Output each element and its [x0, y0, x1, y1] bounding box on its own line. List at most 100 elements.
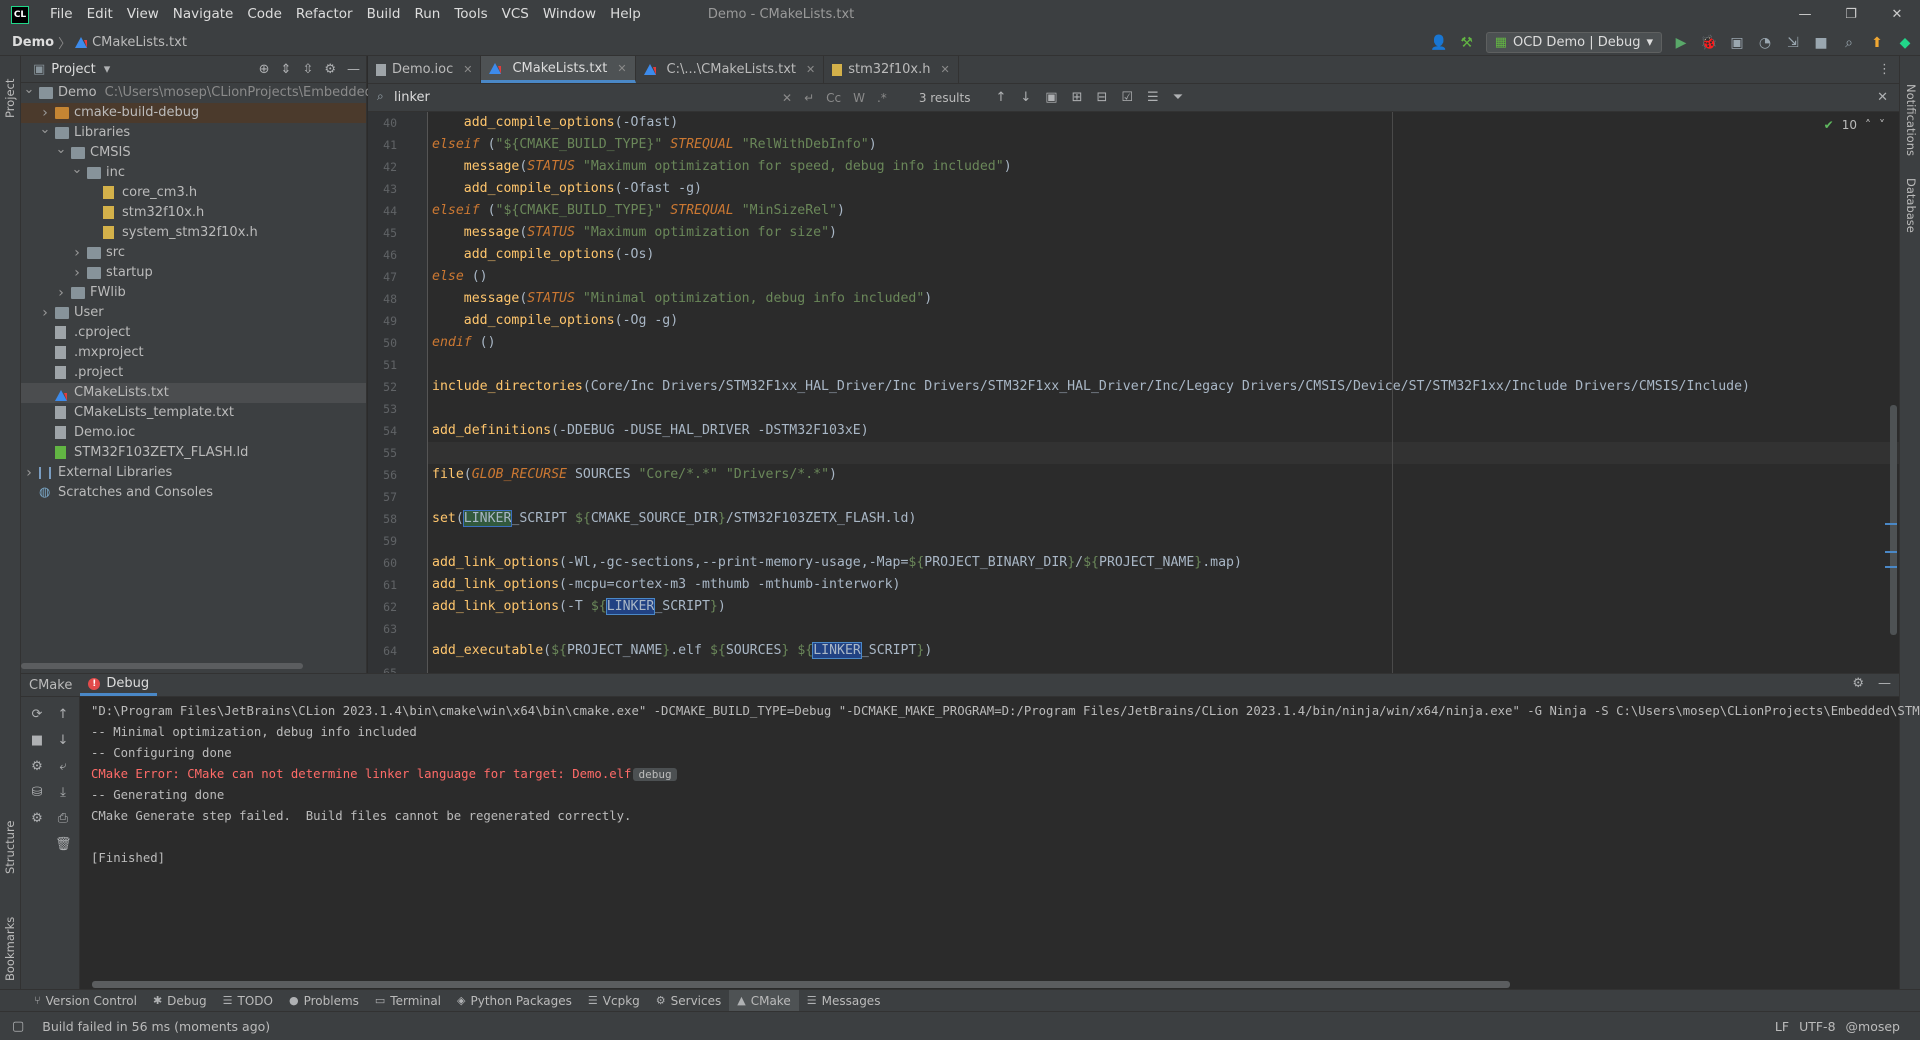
- next-occurrence-icon[interactable]: ↓: [1020, 90, 1031, 105]
- tree-item[interactable]: core_cm3.h: [21, 183, 366, 203]
- menu-window[interactable]: Window: [536, 0, 603, 29]
- cmake-settings-icon[interactable]: ⚙: [29, 759, 45, 775]
- coverage-icon[interactable]: ▣: [1728, 34, 1746, 52]
- hide-panel-icon[interactable]: —: [1878, 676, 1891, 691]
- build-hammer-icon[interactable]: ⚒: [1458, 34, 1476, 52]
- close-tab-icon[interactable]: ✕: [463, 63, 472, 76]
- build-output-console[interactable]: "D:\Program Files\JetBrains\CLion 2023.1…: [80, 697, 1920, 989]
- notifications-tool-button[interactable]: Notifications: [1904, 84, 1918, 156]
- menu-tools[interactable]: Tools: [447, 0, 494, 29]
- code-line[interactable]: add_link_options(-T ${LINKER_SCRIPT}): [428, 596, 1899, 618]
- bookmarks-tool-button[interactable]: Bookmarks: [3, 917, 17, 981]
- code-line[interactable]: elseif ("${CMAKE_BUILD_TYPE}" STREQUAL "…: [428, 134, 1899, 156]
- inspection-widget[interactable]: ✔ 10 ˄ ˅: [1824, 118, 1885, 132]
- code-line[interactable]: [428, 486, 1899, 508]
- scroll-down-icon[interactable]: ↓: [55, 733, 71, 749]
- menu-build[interactable]: Build: [360, 0, 408, 29]
- menu-help[interactable]: Help: [603, 0, 648, 29]
- status-message[interactable]: Build failed in 56 ms (moments ago): [42, 1019, 270, 1034]
- menu-code[interactable]: Code: [240, 0, 289, 29]
- tree-item[interactable]: ⌄ Libraries: [21, 120, 366, 143]
- chevron-down-icon[interactable]: ⌄: [55, 140, 67, 160]
- code-line[interactable]: message(STATUS "Minimal optimization, de…: [428, 288, 1899, 310]
- menu-refactor[interactable]: Refactor: [289, 0, 360, 29]
- tool-button-terminal[interactable]: ▭ Terminal: [367, 990, 449, 1011]
- code-line[interactable]: [428, 530, 1899, 552]
- chevron-right-icon[interactable]: ›: [23, 463, 35, 483]
- tool-button-problems[interactable]: ● Problems: [281, 990, 367, 1011]
- chevron-right-icon[interactable]: ›: [71, 243, 83, 263]
- cache-icon[interactable]: ⛁: [29, 785, 45, 801]
- select-all-occurrences-icon[interactable]: ▣: [1045, 90, 1057, 105]
- select-all-matches-icon[interactable]: ☑: [1121, 90, 1133, 105]
- tool-tab-cmake[interactable]: CMake: [21, 674, 80, 696]
- collapse-all-icon[interactable]: ⇳: [302, 62, 313, 77]
- status-panel-icon[interactable]: ▢: [12, 1019, 24, 1034]
- chevron-right-icon[interactable]: ›: [55, 283, 67, 303]
- menu-run[interactable]: Run: [407, 0, 447, 29]
- remove-occurrence-icon[interactable]: ⊟: [1096, 90, 1107, 105]
- project-view-title[interactable]: Project: [51, 62, 95, 77]
- scroll-up-icon[interactable]: ↑: [55, 707, 71, 723]
- structure-tool-button[interactable]: Structure: [3, 821, 17, 875]
- more-tabs-icon[interactable]: ⋮: [1878, 62, 1891, 77]
- tree-item[interactable]: › External Libraries: [21, 463, 366, 483]
- tool-button-version-control[interactable]: ⑂ Version Control: [26, 990, 145, 1011]
- tool-button-python-packages[interactable]: ◈ Python Packages: [449, 990, 580, 1011]
- find-input[interactable]: [376, 86, 776, 109]
- tree-item[interactable]: ⌄ inc: [21, 160, 366, 183]
- code-line[interactable]: [428, 442, 1899, 464]
- print-icon[interactable]: ⎙: [55, 811, 71, 827]
- tree-item[interactable]: › cmake-build-debug: [21, 103, 366, 123]
- breadcrumb-file[interactable]: CMakeLists.txt: [92, 35, 187, 50]
- console-scrollbar[interactable]: [92, 981, 1510, 988]
- breadcrumb-project[interactable]: Demo: [12, 35, 54, 50]
- code-line[interactable]: add_compile_options(-Ofast): [428, 112, 1899, 134]
- code-line[interactable]: [428, 618, 1899, 640]
- debug-icon[interactable]: 🐞: [1700, 34, 1718, 52]
- editor-tab[interactable]: stm32f10x.h ✕: [824, 56, 959, 83]
- attach-debugger-icon[interactable]: ⇲: [1784, 34, 1802, 52]
- account-icon[interactable]: 👤: [1430, 34, 1448, 52]
- stop-icon[interactable]: ■: [1812, 34, 1830, 52]
- updates-icon[interactable]: ⬆: [1868, 34, 1886, 52]
- menu-vcs[interactable]: VCS: [495, 0, 536, 29]
- chevron-down-icon[interactable]: ⌄: [39, 120, 51, 140]
- open-in-window-icon[interactable]: ☰: [1147, 90, 1159, 105]
- editor-tab[interactable]: CMakeLists.txt ✕: [481, 56, 636, 83]
- editor-tab[interactable]: C:\...\CMakeLists.txt ✕: [636, 56, 825, 83]
- locate-file-icon[interactable]: ⊕: [259, 62, 270, 77]
- code-editor[interactable]: add_compile_options(-Ofast) elseif ("${CM…: [428, 112, 1899, 673]
- chevron-down-icon[interactable]: ˅: [1879, 118, 1885, 132]
- trash-icon[interactable]: 🗑: [55, 837, 72, 853]
- search-marker[interactable]: [1885, 523, 1897, 525]
- close-tab-icon[interactable]: ✕: [617, 62, 626, 75]
- minimize-button[interactable]: —: [1782, 0, 1828, 29]
- search-marker[interactable]: [1885, 566, 1897, 568]
- tree-item[interactable]: stm32f10x.h: [21, 203, 366, 223]
- code-line[interactable]: endif (): [428, 332, 1899, 354]
- tree-item[interactable]: CMakeLists.txt: [21, 383, 366, 403]
- search-icon[interactable]: ⌕: [377, 89, 384, 104]
- code-line[interactable]: add_link_options(-Wl,-gc-sections,--prin…: [428, 552, 1899, 574]
- code-line[interactable]: message(STATUS "Maximum optimization for…: [428, 222, 1899, 244]
- add-occurrence-icon[interactable]: ⊞: [1072, 90, 1083, 105]
- tool-button-todo[interactable]: ☰ TODO: [215, 990, 281, 1011]
- clear-search-icon[interactable]: ✕: [782, 91, 792, 105]
- tree-item[interactable]: › User: [21, 303, 366, 323]
- tool-tab-debug[interactable]: ! Debug: [80, 674, 158, 696]
- code-line[interactable]: file(GLOB_RECURSE SOURCES "Core/*.*" "Dr…: [428, 464, 1899, 486]
- code-line[interactable]: [428, 662, 1899, 673]
- tool-button-debug[interactable]: ✱ Debug: [145, 990, 215, 1011]
- match-case-toggle[interactable]: Cc: [826, 91, 841, 105]
- chevron-down-icon[interactable]: ⌄: [71, 160, 83, 180]
- search-everywhere-icon[interactable]: ⌕: [1840, 34, 1858, 52]
- gear-icon[interactable]: ⚙: [1852, 676, 1864, 691]
- expand-all-icon[interactable]: ⇕: [281, 62, 292, 77]
- tree-item[interactable]: CMakeLists_template.txt: [21, 403, 366, 423]
- line-separator-widget[interactable]: LF: [1775, 1019, 1789, 1034]
- tree-item[interactable]: .mxproject: [21, 343, 366, 363]
- code-line[interactable]: add_executable(${PROJECT_NAME}.elf ${SOU…: [428, 640, 1899, 662]
- tree-item[interactable]: ◍ Scratches and Consoles: [21, 483, 366, 503]
- menu-edit[interactable]: Edit: [80, 0, 120, 29]
